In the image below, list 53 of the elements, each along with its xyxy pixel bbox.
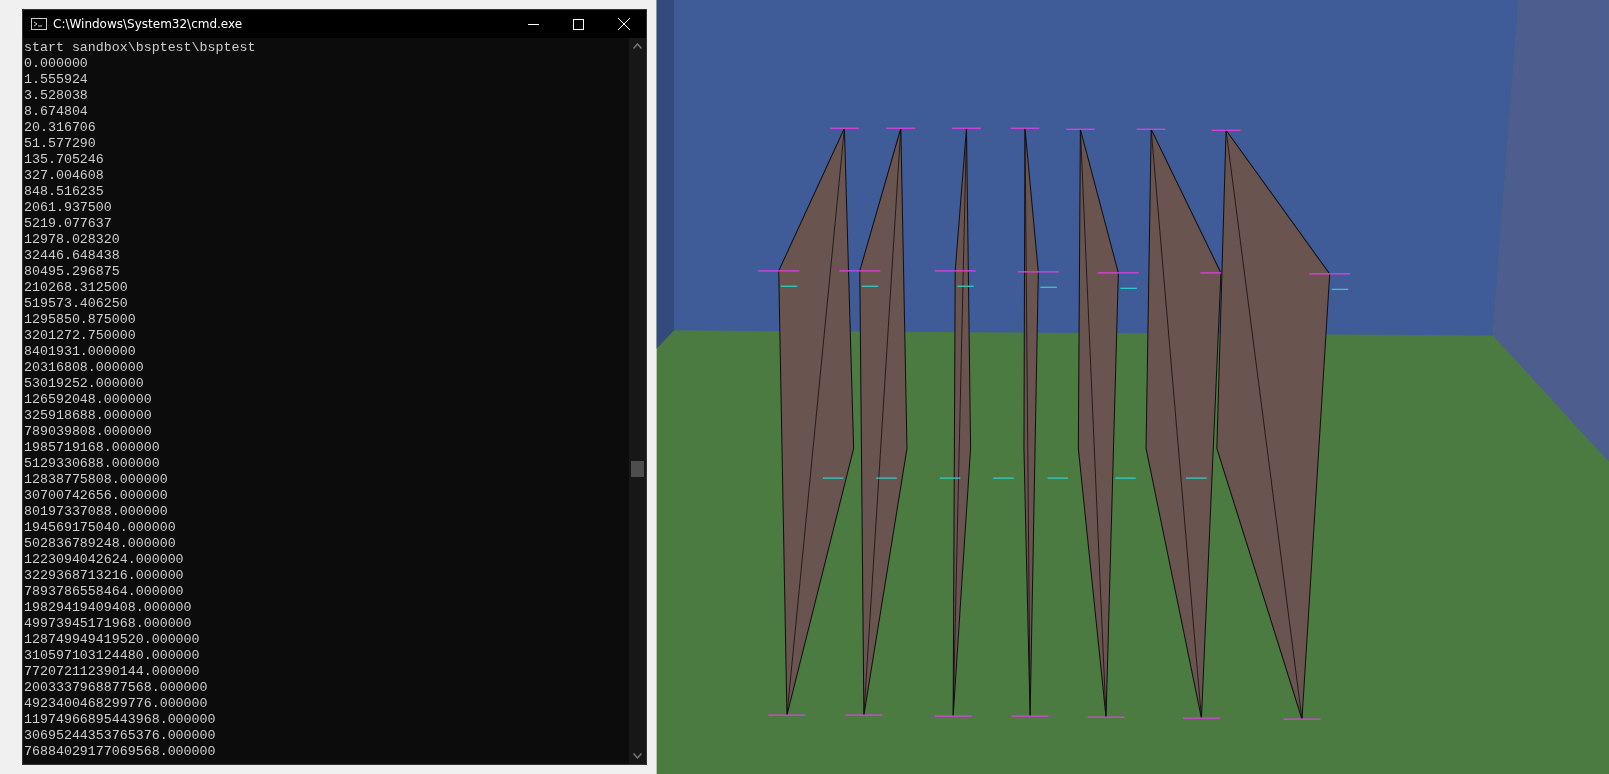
console-line: 2061.937500 bbox=[24, 200, 113, 216]
console-line: start sandbox\bsptest\bsptest bbox=[24, 40, 257, 56]
console-line: 12838775808.000000 bbox=[24, 472, 169, 488]
console-line: 3.528038 bbox=[24, 88, 89, 104]
console-line: 8401931.000000 bbox=[24, 344, 137, 360]
console-line: 30700742656.000000 bbox=[24, 488, 169, 504]
console-line: 76884029177069568.000000 bbox=[24, 744, 217, 760]
console-line: 80495.296875 bbox=[24, 264, 121, 280]
console-line: 0.000000 bbox=[24, 56, 89, 72]
scroll-thumb[interactable] bbox=[631, 461, 644, 477]
console-line: 327.004608 bbox=[24, 168, 105, 184]
console-line: 8.674804 bbox=[24, 104, 89, 120]
console-line: 126592048.000000 bbox=[24, 392, 153, 408]
console-app-icon bbox=[31, 18, 47, 30]
console-line: 30695244353765376.000000 bbox=[24, 728, 217, 744]
console-line: 53019252.000000 bbox=[24, 376, 145, 392]
console-line: 5219.077637 bbox=[24, 216, 113, 232]
console-line: 789039808.000000 bbox=[24, 424, 153, 440]
maximize-icon bbox=[573, 18, 584, 30]
console-line: 11974966895443968.000000 bbox=[24, 712, 217, 728]
console-line: 49973945171968.000000 bbox=[24, 616, 193, 632]
console-line: 210268.312500 bbox=[24, 280, 129, 296]
window-title: C:\Windows\System32\cmd.exe bbox=[53, 17, 244, 31]
console-line: 80197337088.000000 bbox=[24, 504, 169, 520]
console-line: 1295850.875000 bbox=[24, 312, 137, 328]
console-line: 848.516235 bbox=[24, 184, 105, 200]
console-line: 4923400468299776.000000 bbox=[24, 696, 209, 712]
scroll-up-icon[interactable] bbox=[633, 43, 642, 49]
scroll-down-icon[interactable] bbox=[633, 753, 642, 759]
scrollbar[interactable] bbox=[629, 38, 646, 764]
console-line: 12978.028320 bbox=[24, 232, 121, 248]
console-line: 194569175040.000000 bbox=[24, 520, 177, 536]
console-line: 3201272.750000 bbox=[24, 328, 137, 344]
console-line: 2003337968877568.000000 bbox=[24, 680, 209, 696]
console-line: 1.555924 bbox=[24, 72, 89, 88]
console-line: 5129330688.000000 bbox=[24, 456, 161, 472]
console-line: 135.705246 bbox=[24, 152, 105, 168]
console-line: 1985719168.000000 bbox=[24, 440, 161, 456]
console-line: 1223094042624.000000 bbox=[24, 552, 185, 568]
console-line: 7893786558464.000000 bbox=[24, 584, 185, 600]
console-line: 19829419409408.000000 bbox=[24, 600, 193, 616]
console-line: 519573.406250 bbox=[24, 296, 129, 312]
console-line: 20316808.000000 bbox=[24, 360, 145, 376]
console-line: 128749949419520.000000 bbox=[24, 632, 201, 648]
console-line: 502836789248.000000 bbox=[24, 536, 177, 552]
console-line: 32446.648438 bbox=[24, 248, 121, 264]
console-line: 51.577290 bbox=[24, 136, 97, 152]
console-line: 20.316706 bbox=[24, 120, 97, 136]
console-line: 3229368713216.000000 bbox=[24, 568, 185, 584]
console-line: 310597103124480.000000 bbox=[24, 648, 201, 664]
console-line: 772072112390144.000000 bbox=[24, 664, 201, 680]
console-line: 325918688.000000 bbox=[24, 408, 153, 424]
close-icon bbox=[617, 18, 630, 30]
